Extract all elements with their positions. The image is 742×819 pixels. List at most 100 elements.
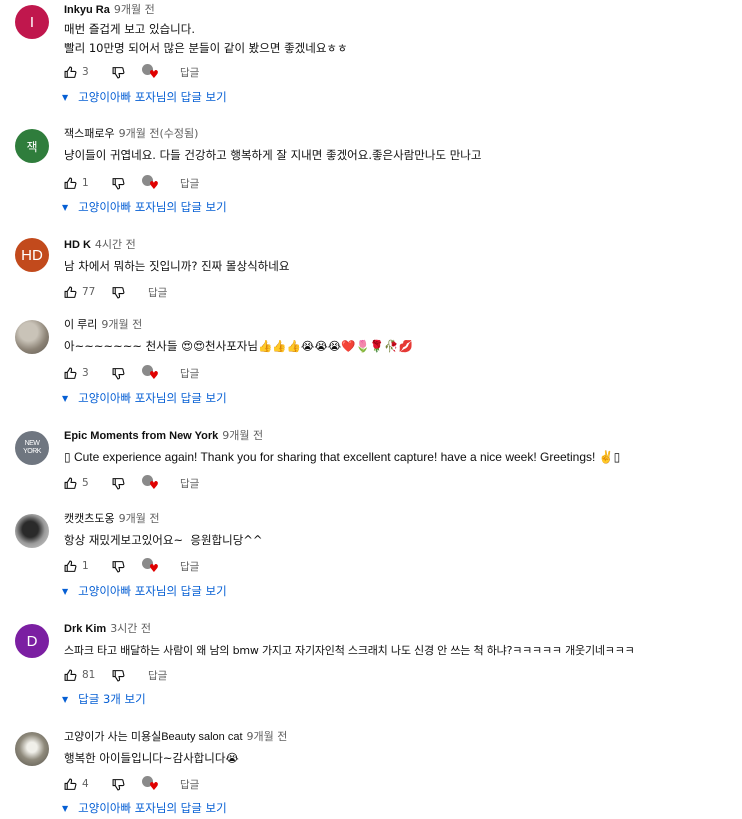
creator-heart-icon: ♥	[142, 475, 160, 491]
avatar[interactable]: 잭	[15, 129, 49, 163]
reply-button[interactable]: 답글	[180, 777, 199, 792]
dislike-button[interactable]	[112, 669, 148, 682]
comment-actions: 5 ♥ 답글	[64, 474, 199, 492]
thumb-down-icon	[112, 367, 125, 379]
caret-down-icon: ▼	[62, 92, 69, 102]
like-button[interactable]: 3	[64, 66, 112, 79]
view-replies-button[interactable]: ▼ 고양이아빠 포자님의 답글 보기	[62, 583, 227, 599]
comment-time[interactable]: 3시간 전	[110, 622, 151, 635]
caret-down-icon: ▼	[62, 393, 69, 403]
avatar[interactable]: I	[15, 5, 49, 39]
caret-down-icon: ▼	[62, 586, 69, 596]
creator-heart-icon: ♥	[142, 558, 160, 574]
comment-line: 냥이들이 귀엽네요. 다들 건강하고 행복하게 잘 지내면 좋겠어요.좋은사람만…	[64, 148, 482, 162]
view-replies-button[interactable]: ▼ 답글 3개 보기	[62, 691, 146, 707]
avatar[interactable]	[15, 320, 49, 354]
comment-actions: 81 답글	[64, 666, 167, 684]
dislike-button[interactable]	[112, 177, 142, 190]
comment-time[interactable]: 9개월 전	[119, 512, 160, 525]
avatar[interactable]: D	[15, 624, 49, 658]
comment-author[interactable]: 캣캣츠도옹	[64, 513, 115, 525]
dislike-button[interactable]	[112, 477, 142, 490]
like-count: 1	[82, 177, 89, 189]
like-button[interactable]: 4	[64, 778, 112, 791]
thumb-down-icon	[112, 778, 125, 790]
view-replies-label: 고양이아빠 포자님의 답글 보기	[78, 801, 227, 815]
dislike-button[interactable]	[112, 286, 148, 299]
comment-author[interactable]: Inkyu Ra	[64, 4, 110, 16]
like-button[interactable]: 3	[64, 367, 112, 380]
caret-down-icon: ▼	[62, 694, 69, 704]
thumb-down-icon	[112, 477, 125, 489]
comment-time[interactable]: 9개월 전	[247, 730, 288, 743]
like-button[interactable]: 5	[64, 477, 112, 490]
avatar[interactable]: NEW YORK	[15, 431, 49, 465]
view-replies-button[interactable]: ▼ 고양이아빠 포자님의 답글 보기	[62, 199, 227, 215]
reply-button[interactable]: 답글	[180, 476, 199, 491]
thumb-up-icon	[64, 177, 77, 189]
dislike-button[interactable]	[112, 367, 142, 380]
like-count: 1	[82, 560, 89, 572]
comment-actions: 1 ♥ 답글	[64, 557, 199, 575]
thumb-down-icon	[112, 177, 125, 189]
comment-time[interactable]: 9개월 전	[114, 3, 155, 16]
like-count: 5	[82, 477, 89, 489]
avatar-letter: 잭	[26, 139, 38, 154]
comment-author[interactable]: Drk Kim	[64, 623, 106, 635]
comment-time[interactable]: 9개월 전	[222, 429, 263, 442]
dislike-button[interactable]	[112, 778, 142, 791]
view-replies-button[interactable]: ▼ 고양이아빠 포자님의 답글 보기	[62, 800, 227, 816]
comment-line: 행복한 아이들입니다~감사합니다😭	[64, 751, 239, 765]
comment-author[interactable]: 고양이가 사는 미용실Beauty salon cat	[64, 731, 243, 743]
view-replies-label: 고양이아빠 포자님의 답글 보기	[78, 200, 227, 214]
like-button[interactable]: 77	[64, 286, 112, 299]
comment-text: 스파크 타고 배달하는 사람이 왜 남의 bmw 가지고 자기자인척 스크래치 …	[64, 641, 734, 660]
comment-line: 빨리 10만명 되어서 많은 분들이 같이 봤으면 좋겠네요ㅎㅎ	[64, 41, 348, 55]
comment-time[interactable]: 9개월 전	[101, 318, 142, 331]
like-button[interactable]: 1	[64, 560, 112, 573]
comment-author[interactable]: 이 루리	[64, 319, 97, 331]
comment-time[interactable]: 9개월 전(수정됨)	[119, 127, 199, 140]
reply-button[interactable]: 답글	[148, 668, 167, 683]
view-replies-button[interactable]: ▼ 고양이아빠 포자님의 답글 보기	[62, 390, 227, 406]
comment-line: 스파크 타고 배달하는 사람이 왜 남의 bmw 가지고 자기자인척 스크래치 …	[64, 644, 635, 657]
creator-heart-icon: ♥	[142, 175, 160, 191]
avatar[interactable]	[15, 732, 49, 766]
comment-author[interactable]: HD K	[64, 239, 91, 251]
comment-text: 남 차에서 뭐하는 짓입니까? 진짜 몰상식하네요	[64, 257, 734, 276]
creator-heart-icon: ♥	[142, 365, 160, 381]
like-button[interactable]: 81	[64, 669, 112, 682]
comment-author[interactable]: Epic Moments from New York	[64, 430, 218, 442]
comment-text: 아~~~~~~~ 천사들 😍😍천사포자님👍👍👍😭😭😭❤️🌷🌹🥀💋	[64, 337, 734, 356]
comment-actions: 3 ♥ 답글	[64, 63, 199, 81]
view-replies-button[interactable]: ▼ 고양이아빠 포자님의 답글 보기	[62, 89, 227, 105]
avatar[interactable]	[15, 514, 49, 548]
reply-button[interactable]: 답글	[180, 65, 199, 80]
comment-text: ▯ Cute experience again! Thank you for s…	[64, 448, 734, 467]
comment-text: 매번 즐겁게 보고 있습니다. 빨리 10만명 되어서 많은 분들이 같이 봤으…	[64, 20, 734, 58]
reply-button[interactable]: 답글	[180, 559, 199, 574]
comment-line: 매번 즐겁게 보고 있습니다.	[64, 22, 196, 36]
like-count: 4	[82, 778, 89, 790]
avatar-letter: I	[29, 13, 35, 31]
thumb-up-icon	[64, 669, 77, 681]
caret-down-icon: ▼	[62, 202, 69, 212]
like-count: 77	[82, 286, 96, 298]
comment-author[interactable]: 잭스패로우	[64, 128, 115, 140]
comment-actions: 77 답글	[64, 283, 167, 301]
reply-button[interactable]: 답글	[180, 176, 199, 191]
view-replies-label: 답글 3개 보기	[78, 692, 146, 706]
comment-line: 아~~~~~~~ 천사들 😍😍천사포자님👍👍👍😭😭😭❤️🌷🌹🥀💋	[64, 339, 413, 353]
reply-button[interactable]: 답글	[148, 285, 167, 300]
reply-button[interactable]: 답글	[180, 366, 199, 381]
thumb-down-icon	[112, 669, 125, 681]
thumb-down-icon	[112, 66, 125, 78]
comment-time[interactable]: 4시간 전	[95, 238, 136, 251]
like-button[interactable]: 1	[64, 177, 112, 190]
thumb-down-icon	[112, 286, 125, 298]
avatar[interactable]: HD	[15, 238, 49, 272]
dislike-button[interactable]	[112, 560, 142, 573]
comment-actions: 4 ♥ 답글	[64, 775, 199, 793]
dislike-button[interactable]	[112, 66, 142, 79]
avatar-letter: NEW YORK	[23, 440, 41, 455]
